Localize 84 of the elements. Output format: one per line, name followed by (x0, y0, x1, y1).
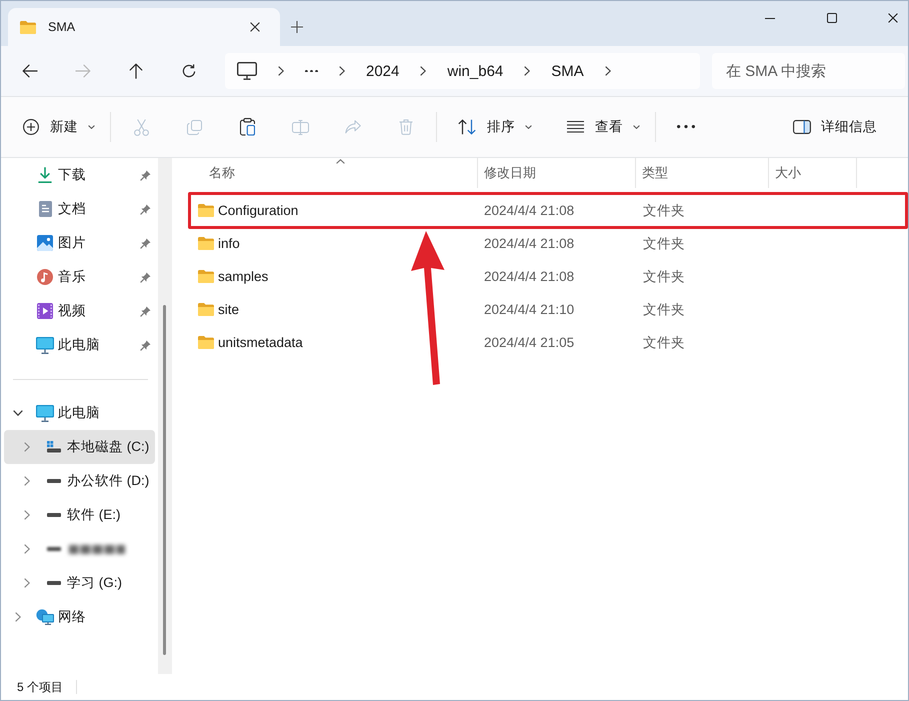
file-name[interactable]: info (218, 236, 240, 251)
video-icon (37, 303, 53, 319)
nav-item[interactable]: 图片 (4, 226, 155, 260)
nav-item[interactable]: 网络 (4, 600, 155, 634)
clipboard-icon[interactable] (240, 118, 254, 136)
nav-item[interactable]: 此电脑 (4, 328, 155, 362)
back-arrow-icon[interactable] (22, 64, 38, 78)
more-icon[interactable] (677, 125, 695, 129)
window-tab[interactable]: SMA (8, 8, 280, 46)
close-icon[interactable] (888, 13, 898, 23)
document-icon (38, 201, 52, 217)
table-cell-text: 2024/4/4 21:08 (483, 235, 576, 253)
lines-icon (567, 121, 584, 133)
folder-icon (20, 20, 36, 34)
blurred-label (69, 544, 125, 554)
breadcrumb-item[interactable]: win_b64 (447, 62, 504, 80)
network-icon (36, 609, 54, 625)
sort-button[interactable]: 排序 (447, 109, 537, 145)
nav-item[interactable]: 本地磁盘 (C:) (4, 430, 155, 464)
table-cell-text: 文件夹 (642, 234, 686, 252)
file-name[interactable]: unitsmetadata (218, 335, 303, 350)
chevron-right-icon[interactable] (278, 66, 284, 76)
sort-arrows-icon (458, 119, 476, 135)
table-cell-text: 2024/4/4 21:10 (483, 301, 576, 319)
nav-item[interactable]: 文档 (4, 192, 155, 226)
download-icon (38, 167, 52, 183)
column-header[interactable]: 修改日期 (478, 158, 636, 188)
picture-icon (37, 235, 53, 251)
drive-icon (47, 513, 61, 517)
breadcrumb-item[interactable]: SMA (551, 62, 584, 80)
drive-icon (47, 441, 61, 453)
search-field[interactable]: 在 SMA 中搜索 (712, 53, 905, 89)
monitor-icon (36, 404, 54, 422)
table-cell-text: 文件夹 (642, 202, 686, 220)
plus-circle-icon (23, 119, 39, 135)
drive-icon (47, 479, 61, 483)
file-name[interactable]: samples (218, 269, 268, 284)
plus-icon[interactable] (291, 21, 303, 33)
folder-icon (198, 237, 214, 250)
nav-item[interactable]: 此电脑 (4, 396, 155, 430)
column-header[interactable]: 名称 (188, 158, 478, 188)
refresh-icon[interactable] (182, 64, 196, 78)
nav-item[interactable]: 视频 (4, 294, 155, 328)
music-note-icon (37, 269, 53, 285)
new-button[interactable]: 新建 (12, 109, 100, 145)
folder-icon (198, 204, 214, 217)
breadcrumb-item[interactable]: 2024 (366, 62, 400, 80)
table-cell-text: 文件夹 (642, 268, 686, 286)
table-cell-text: 2024/4/4 21:08 (483, 202, 576, 220)
monitor-icon (36, 336, 54, 354)
chevron-right-icon[interactable] (339, 66, 345, 76)
chevron-right-icon[interactable] (420, 66, 426, 76)
drive-icon (47, 581, 61, 585)
close-icon[interactable] (250, 22, 260, 32)
status-text: 5 个项目 (17, 678, 64, 696)
chevron-down-icon[interactable] (13, 410, 23, 416)
table-cell-text: 文件夹 (642, 334, 686, 352)
nav-item[interactable]: 办公软件 (D:) (4, 464, 155, 498)
nav-item[interactable]: 软件 (E:) (4, 498, 155, 532)
nav-item[interactable]: 下载 (4, 158, 155, 192)
table-cell-text: 2024/4/4 21:05 (483, 334, 576, 352)
chevron-right-icon[interactable] (604, 66, 611, 76)
address-bar[interactable]: 2024 win_b64 SMA (225, 53, 700, 89)
folder-icon (198, 336, 214, 349)
chevron-right-icon[interactable] (524, 66, 530, 76)
ellipsis-icon[interactable] (305, 70, 318, 72)
details-button[interactable]: 详细信息 (781, 109, 889, 145)
maximize-icon[interactable] (827, 13, 837, 23)
drive-icon (47, 547, 61, 551)
nav-item[interactable]: 学习 (G:) (4, 566, 155, 600)
scrollbar-thumb[interactable] (163, 305, 166, 655)
folder-icon (198, 303, 214, 316)
folder-icon (198, 270, 214, 283)
computer-icon[interactable] (237, 62, 257, 80)
table-cell-text: 2024/4/4 21:08 (483, 268, 576, 286)
up-arrow-icon[interactable] (129, 63, 143, 79)
column-header[interactable]: 大小 (769, 158, 857, 188)
panel-icon (793, 120, 811, 134)
view-button[interactable]: 查看 (556, 109, 645, 145)
table-cell-text: 文件夹 (642, 300, 686, 318)
nav-item[interactable]: 音乐 (4, 260, 155, 294)
file-name[interactable]: site (218, 302, 240, 317)
file-name[interactable]: Configuration (218, 203, 298, 218)
column-header[interactable]: 类型 (636, 158, 769, 188)
